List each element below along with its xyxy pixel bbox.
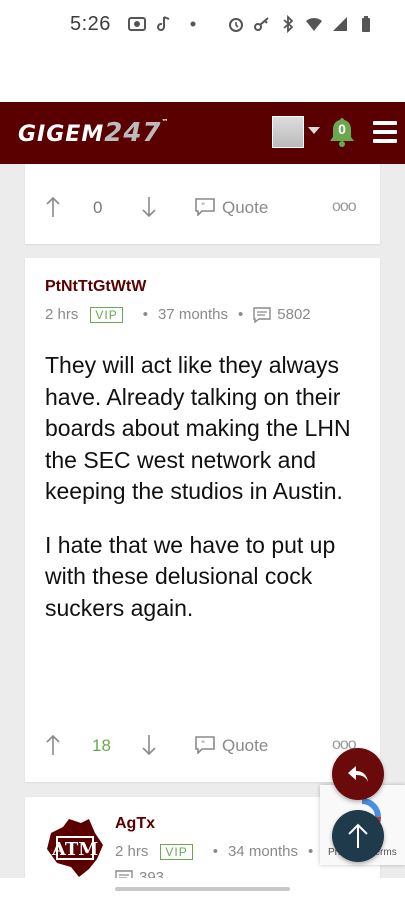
post-count: 5802 bbox=[277, 306, 311, 323]
reply-icon bbox=[348, 766, 368, 782]
chevron-down-icon[interactable] bbox=[308, 127, 320, 134]
svg-text:ATM: ATM bbox=[51, 839, 98, 860]
post-time: 2 hrs bbox=[45, 306, 79, 323]
quote-button[interactable]: Quote bbox=[222, 736, 268, 756]
separator-dot: • bbox=[308, 843, 314, 860]
status-time: 5:26 bbox=[70, 13, 111, 35]
texas-am-logo-avatar[interactable]: ATM bbox=[43, 815, 107, 879]
home-handle[interactable] bbox=[115, 887, 290, 891]
post-actions: 18 " Quote ooo bbox=[25, 730, 380, 760]
vip-badge: VIP bbox=[160, 843, 193, 860]
post-meta: 2 hrs VIP • 34 months • bbox=[115, 843, 323, 860]
dot-icon bbox=[190, 21, 196, 27]
notification-icon bbox=[157, 16, 170, 31]
separator-dot: • bbox=[142, 306, 148, 323]
logo-text: GIGEM bbox=[18, 122, 105, 147]
quote-icon[interactable]: " bbox=[195, 736, 215, 754]
header-spacer bbox=[0, 50, 405, 102]
vote-count: 0 bbox=[93, 198, 103, 217]
quote-icon[interactable]: " bbox=[195, 198, 215, 216]
photo-icon bbox=[128, 17, 146, 31]
vip-badge: VIP bbox=[90, 306, 123, 323]
alarm-icon bbox=[229, 18, 243, 32]
upvote-icon[interactable] bbox=[45, 734, 61, 756]
status-bar: 5:26 bbox=[0, 0, 405, 50]
downvote-icon[interactable] bbox=[141, 734, 157, 756]
post-body: They will act like they always have. Alr… bbox=[45, 350, 365, 646]
vote-count: 18 bbox=[92, 736, 111, 755]
separator-dot: • bbox=[238, 306, 244, 323]
post-username[interactable]: AgTx bbox=[115, 815, 155, 833]
menu-line bbox=[373, 130, 397, 134]
signal-icon bbox=[333, 17, 347, 31]
logo-trademark: ™ bbox=[161, 118, 170, 126]
menu-line bbox=[373, 139, 397, 143]
menu-line bbox=[373, 121, 397, 125]
message-count-icon bbox=[253, 306, 271, 323]
member-tenure: 37 months bbox=[157, 306, 229, 323]
post-meta: 2 hrs VIP • 37 months • 5802 bbox=[45, 306, 311, 323]
post-paragraph: I hate that we have to put up with these… bbox=[45, 531, 336, 621]
more-options-icon[interactable]: ooo bbox=[332, 198, 357, 216]
wifi-icon bbox=[306, 17, 322, 31]
downvote-icon[interactable] bbox=[141, 196, 157, 218]
separator-dot: • bbox=[212, 843, 218, 860]
post-card: 0 " Quote ooo bbox=[25, 164, 380, 244]
scroll-to-top-button[interactable] bbox=[332, 810, 384, 862]
post-username[interactable]: PtNtTtGtWtW bbox=[45, 278, 146, 296]
quote-button[interactable]: Quote bbox=[222, 198, 268, 218]
menu-button[interactable] bbox=[373, 121, 397, 143]
user-avatar[interactable] bbox=[272, 116, 304, 148]
reply-button[interactable] bbox=[332, 748, 384, 800]
notification-count: 0 bbox=[338, 121, 346, 137]
upvote-icon[interactable] bbox=[45, 196, 61, 218]
battery-icon bbox=[362, 16, 370, 32]
gesture-nav-bar bbox=[0, 878, 405, 900]
member-tenure: 34 months bbox=[227, 843, 299, 860]
post-paragraph: They will act like they always have. Alr… bbox=[45, 352, 351, 504]
svg-text:": " bbox=[201, 740, 205, 750]
post-time: 2 hrs bbox=[115, 843, 149, 860]
arrow-up-icon bbox=[348, 823, 368, 848]
svg-text:": " bbox=[201, 202, 205, 212]
key-icon bbox=[254, 17, 269, 31]
logo-number: 247 bbox=[104, 118, 162, 148]
post-card: PtNtTtGtWtW 2 hrs VIP • 37 months • 5802… bbox=[25, 258, 380, 782]
post-actions: 0 " Quote ooo bbox=[25, 192, 380, 222]
site-logo[interactable]: GIGEM247™ bbox=[18, 118, 170, 148]
bluetooth-icon bbox=[283, 15, 294, 33]
